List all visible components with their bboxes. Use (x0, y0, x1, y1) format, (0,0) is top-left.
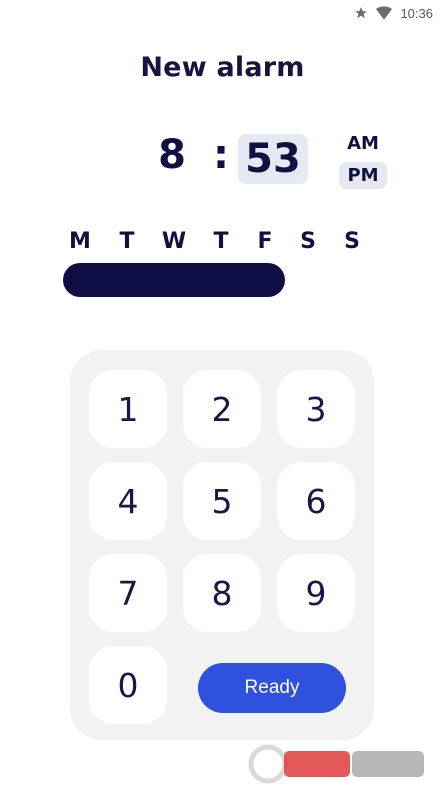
day-monday[interactable]: M (65, 229, 95, 254)
page-title: New alarm (140, 52, 305, 83)
watermark-logo (248, 742, 428, 786)
wifi-icon (376, 6, 393, 20)
time-separator: : (213, 132, 229, 178)
am-toggle[interactable]: AM (340, 132, 386, 156)
star-icon (354, 6, 368, 20)
status-time: 10:36 (400, 5, 433, 21)
key-2[interactable]: 2 (183, 370, 261, 448)
key-7[interactable]: 7 (89, 554, 167, 632)
pm-toggle[interactable]: PM (339, 162, 387, 189)
selected-days-bar[interactable] (63, 263, 285, 297)
day-tuesday[interactable]: T (112, 229, 142, 254)
hour-field[interactable]: 8 (152, 132, 192, 178)
minute-field[interactable]: 53 (238, 134, 308, 184)
day-thursday[interactable]: T (206, 229, 236, 254)
key-4[interactable]: 4 (89, 462, 167, 540)
day-friday[interactable]: F (250, 229, 280, 254)
key-8[interactable]: 8 (183, 554, 261, 632)
key-1[interactable]: 1 (89, 370, 167, 448)
day-saturday[interactable]: S (293, 229, 323, 254)
day-sunday[interactable]: S (337, 229, 367, 254)
ready-button[interactable]: Ready (198, 663, 346, 713)
key-5[interactable]: 5 (183, 462, 261, 540)
day-wednesday[interactable]: W (159, 229, 189, 254)
key-0[interactable]: 0 (89, 646, 167, 724)
key-3[interactable]: 3 (277, 370, 355, 448)
status-bar: 10:36 (0, 0, 445, 26)
key-6[interactable]: 6 (277, 462, 355, 540)
key-9[interactable]: 9 (277, 554, 355, 632)
